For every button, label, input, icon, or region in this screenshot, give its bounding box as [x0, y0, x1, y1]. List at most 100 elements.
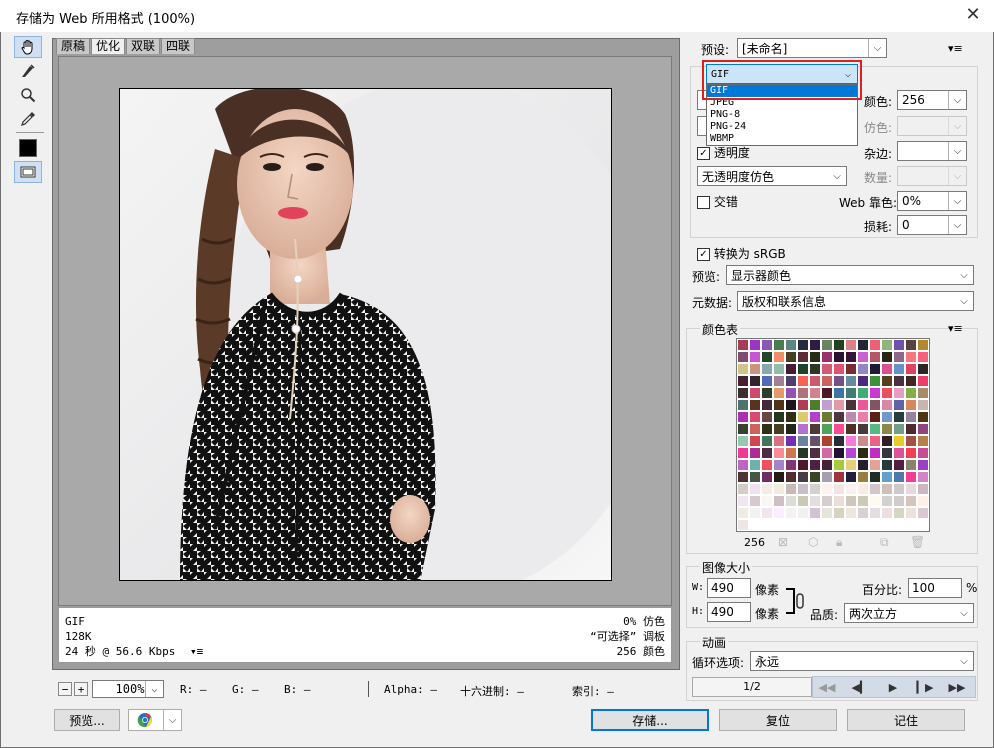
color-swatch[interactable] [917, 399, 929, 411]
web-shift-icon[interactable]: ⬡ [808, 535, 818, 549]
color-swatch[interactable] [881, 471, 893, 483]
interlace-checkbox[interactable]: 交错 [697, 193, 738, 210]
color-swatch[interactable] [809, 339, 821, 351]
color-swatch[interactable] [905, 471, 917, 483]
color-swatch[interactable] [761, 507, 773, 519]
color-swatch[interactable] [833, 423, 845, 435]
color-swatch[interactable] [833, 363, 845, 375]
color-swatch[interactable] [905, 375, 917, 387]
color-swatch[interactable] [809, 351, 821, 363]
color-swatch[interactable] [821, 435, 833, 447]
color-swatch[interactable] [761, 471, 773, 483]
color-swatch[interactable] [737, 471, 749, 483]
color-swatch[interactable] [773, 387, 785, 399]
color-swatch[interactable] [737, 447, 749, 459]
color-swatch[interactable] [821, 339, 833, 351]
color-swatch[interactable] [749, 459, 761, 471]
color-swatch[interactable] [845, 483, 857, 495]
color-swatch[interactable] [809, 495, 821, 507]
color-swatch[interactable] [869, 363, 881, 375]
color-swatch[interactable] [893, 399, 905, 411]
color-swatch[interactable] [833, 483, 845, 495]
color-swatch[interactable] [821, 387, 833, 399]
color-swatch[interactable] [797, 447, 809, 459]
color-swatch[interactable] [797, 363, 809, 375]
color-swatch[interactable] [785, 375, 797, 387]
color-swatch[interactable] [905, 483, 917, 495]
color-swatch[interactable] [761, 399, 773, 411]
matte-select[interactable]: ⌵ [897, 141, 967, 161]
color-swatch[interactable] [917, 483, 929, 495]
quality-select[interactable]: 两次立方 ⌵ [844, 603, 974, 623]
color-swatch[interactable] [749, 423, 761, 435]
zoom-tool-icon[interactable] [14, 84, 42, 106]
color-swatch[interactable] [785, 471, 797, 483]
color-swatch[interactable] [749, 351, 761, 363]
color-swatch[interactable] [749, 399, 761, 411]
color-swatch[interactable] [809, 387, 821, 399]
color-swatch[interactable] [893, 447, 905, 459]
height-input[interactable]: 490 [707, 602, 751, 622]
color-swatch[interactable] [869, 495, 881, 507]
color-swatch[interactable] [893, 483, 905, 495]
color-swatch[interactable] [857, 423, 869, 435]
color-swatch[interactable] [869, 339, 881, 351]
color-swatch[interactable] [833, 375, 845, 387]
color-swatch[interactable] [797, 435, 809, 447]
color-swatch[interactable] [737, 387, 749, 399]
color-swatch[interactable] [821, 423, 833, 435]
color-swatch[interactable] [881, 375, 893, 387]
color-swatch[interactable] [797, 411, 809, 423]
color-swatch[interactable] [881, 423, 893, 435]
color-swatch[interactable] [845, 435, 857, 447]
color-swatch[interactable] [905, 519, 917, 531]
color-swatch[interactable] [881, 399, 893, 411]
color-swatch[interactable] [845, 459, 857, 471]
preview-button[interactable]: 预览... [54, 709, 120, 731]
color-swatch[interactable] [773, 411, 785, 423]
color-swatch[interactable] [821, 519, 833, 531]
hand-tool-icon[interactable] [14, 36, 42, 58]
color-swatch[interactable] [893, 507, 905, 519]
color-swatch[interactable] [749, 375, 761, 387]
color-swatch[interactable] [869, 423, 881, 435]
color-swatch[interactable] [773, 435, 785, 447]
color-swatch[interactable] [881, 519, 893, 531]
color-swatch[interactable] [845, 387, 857, 399]
color-swatch[interactable] [881, 483, 893, 495]
color-swatch[interactable] [893, 339, 905, 351]
color-swatch[interactable] [797, 459, 809, 471]
color-swatch[interactable] [785, 483, 797, 495]
color-swatch[interactable] [857, 495, 869, 507]
color-swatch[interactable] [833, 399, 845, 411]
close-button[interactable]: ✕ [960, 4, 986, 26]
color-swatch[interactable] [869, 351, 881, 363]
metadata-select[interactable]: 版权和联系信息 ⌵ [737, 291, 974, 311]
color-swatch[interactable] [857, 387, 869, 399]
color-swatch[interactable] [857, 447, 869, 459]
play-icon[interactable]: ▶ [878, 678, 908, 696]
color-swatch[interactable] [857, 459, 869, 471]
format-option[interactable]: JPEG [707, 97, 857, 109]
color-swatch[interactable] [749, 339, 761, 351]
color-swatch[interactable] [749, 411, 761, 423]
eyedropper-tool-icon[interactable] [14, 108, 42, 130]
color-swatch[interactable] [893, 519, 905, 531]
tab-2up[interactable]: 双联 [126, 38, 161, 54]
color-swatch[interactable] [785, 507, 797, 519]
color-swatch[interactable] [833, 459, 845, 471]
color-swatch[interactable] [737, 435, 749, 447]
color-swatch[interactable] [905, 507, 917, 519]
lossy-select[interactable]: 0 ⌵ [897, 215, 967, 235]
color-swatch[interactable] [749, 471, 761, 483]
color-swatch[interactable] [917, 435, 929, 447]
color-swatch[interactable] [869, 399, 881, 411]
color-swatch[interactable] [833, 387, 845, 399]
color-swatch[interactable] [881, 507, 893, 519]
color-swatch[interactable] [797, 423, 809, 435]
transparency-dither-select[interactable]: 无透明度仿色 ⌵ [697, 166, 847, 186]
color-swatch[interactable] [917, 423, 929, 435]
preview-select[interactable]: 显示器颜色 ⌵ [726, 265, 974, 285]
color-swatch[interactable] [773, 483, 785, 495]
color-swatch[interactable] [749, 387, 761, 399]
